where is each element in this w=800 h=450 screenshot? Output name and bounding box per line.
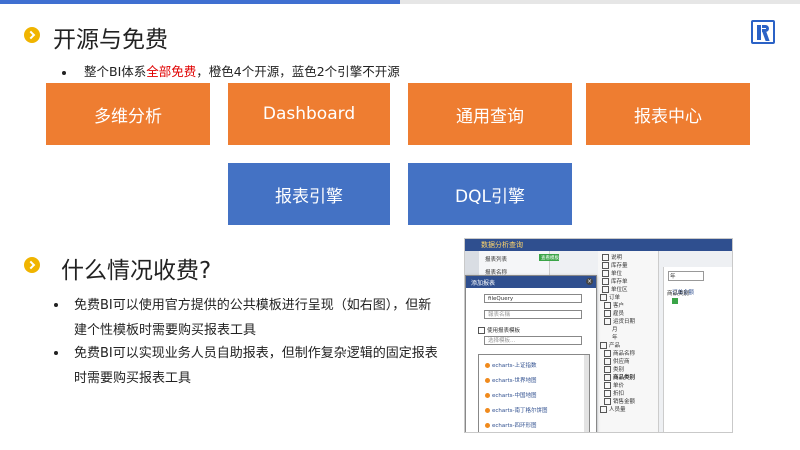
top-accent-segment bbox=[0, 0, 400, 4]
tile-dql-engine[interactable]: DQL引擎 bbox=[408, 163, 572, 225]
bullet-dot bbox=[54, 303, 58, 307]
tile-general-query[interactable]: 通用查询 bbox=[408, 83, 572, 145]
tile-multidim-analysis[interactable]: 多维分析 bbox=[46, 83, 210, 145]
screenshot-add-report-dialog: 添加报表 × fileQuery 報表名稱 使用报表模板 选择模板... echa… bbox=[465, 275, 597, 432]
example-screenshot: 数据分析查询 报表列表 查看模板 报表名称 说明 库存量 单位 库存单 单位区 … bbox=[464, 238, 733, 433]
chevron-right-circle-icon bbox=[24, 257, 40, 273]
section-title-open-source: 开源与免费 bbox=[53, 27, 168, 53]
subtitle-line: 整个BI体系全部免费，橙色4个开源，蓝色2个引擎不开源 bbox=[62, 61, 400, 80]
tile-report-engine[interactable]: 报表引擎 bbox=[228, 163, 390, 225]
bullet-text-1: 免费BI可以使用官方提供的公共模板进行呈现（如右图），但新建个性模板时需要购买报… bbox=[74, 298, 432, 338]
bullet-dot bbox=[54, 351, 58, 355]
top-accent-bar bbox=[0, 0, 800, 4]
bullet-text-2: 免费BI可以实现业务人员自助报表，但制作复杂逻辑的固定报表时需要购买报表工具 bbox=[74, 346, 438, 386]
chevron-right-circle-icon bbox=[24, 27, 40, 43]
tile-dashboard[interactable]: Dashboard bbox=[228, 83, 390, 145]
section-title-pricing: 什么情况收费? bbox=[61, 258, 212, 284]
r-logo-icon bbox=[751, 20, 775, 44]
subtitle-suffix: ，橙色4个开源，蓝色2个引擎不开源 bbox=[196, 64, 400, 79]
subtitle-prefix: 整个BI体系 bbox=[84, 64, 147, 79]
screenshot-field-tree: 说明 库存量 单位 库存单 单位区 订单 客户 雇员 运货日期 月 年 产品 商… bbox=[598, 251, 659, 432]
subtitle-highlight: 全部免费 bbox=[146, 64, 197, 79]
bullet-dot bbox=[62, 70, 66, 75]
screenshot-header: 数据分析查询 bbox=[465, 239, 732, 251]
tile-report-center[interactable]: 报表中心 bbox=[586, 83, 750, 145]
screenshot-template-list: echarts-上证指数 echarts-世界地图 echarts-中国地图 e… bbox=[478, 354, 590, 432]
